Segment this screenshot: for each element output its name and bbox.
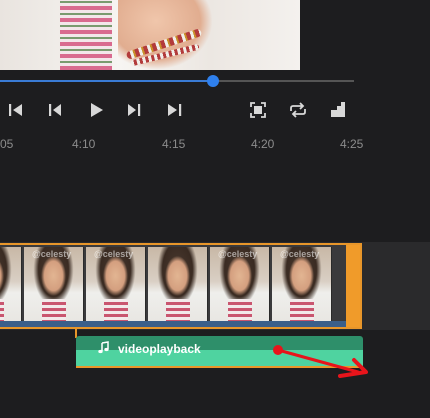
ruler-label: 4:20 bbox=[251, 137, 275, 151]
scrubber-thumb[interactable] bbox=[207, 75, 219, 87]
loop-icon[interactable] bbox=[288, 100, 308, 120]
preview-embroidery bbox=[60, 0, 112, 70]
skip-back-icon[interactable] bbox=[6, 100, 26, 120]
audio-clip-title: videoplayback bbox=[118, 342, 201, 356]
ruler-label: 4:25 bbox=[340, 137, 364, 151]
clip-trim-handle[interactable] bbox=[346, 245, 360, 327]
scrubber-progress bbox=[0, 80, 213, 82]
frame-back-icon[interactable] bbox=[45, 100, 65, 120]
volume-icon[interactable] bbox=[328, 100, 348, 120]
clip-bottom-bar bbox=[0, 321, 360, 327]
music-note-icon bbox=[96, 340, 112, 356]
ruler-label: 4:10 bbox=[72, 137, 96, 151]
ruler-label: 4:15 bbox=[162, 137, 186, 151]
ruler-label: 05 bbox=[0, 137, 14, 151]
play-icon[interactable] bbox=[86, 100, 106, 120]
clip-thumbnail: @celesty bbox=[24, 247, 84, 323]
video-clip[interactable]: @celesty @celesty @celesty @celesty bbox=[0, 243, 362, 329]
skip-forward-icon[interactable] bbox=[164, 100, 184, 120]
clip-thumbnail bbox=[148, 247, 208, 323]
video-preview bbox=[0, 0, 300, 70]
frame-forward-icon[interactable] bbox=[124, 100, 144, 120]
clip-thumbnail: @celesty bbox=[86, 247, 146, 323]
clip-thumbnail: @celesty bbox=[272, 247, 332, 323]
fullscreen-icon[interactable] bbox=[248, 100, 268, 120]
clip-thumbnail: @celesty bbox=[210, 247, 270, 323]
audio-clip-underline bbox=[76, 366, 363, 368]
audio-clip[interactable]: videoplayback bbox=[76, 336, 363, 368]
clip-thumbnail bbox=[0, 247, 22, 323]
